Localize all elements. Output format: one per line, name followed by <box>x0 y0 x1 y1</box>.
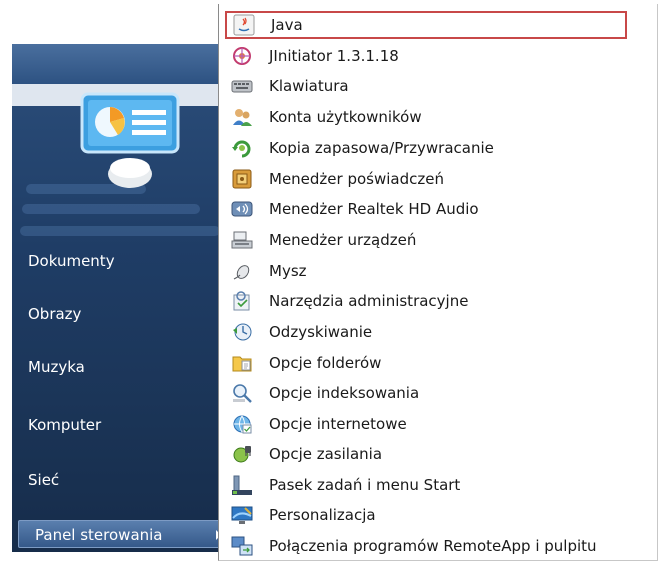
flyout-item-label: Opcje zasilania <box>269 445 383 463</box>
personalization-icon <box>231 506 253 524</box>
flyout-item-indexing-options[interactable]: Opcje indeksowania <box>225 379 649 407</box>
flyout-item-taskbar-start-menu[interactable]: Pasek zadań i menu Start <box>225 471 649 499</box>
left-menu-item-computer[interactable]: Komputer <box>12 411 230 439</box>
left-menu-item-label: Muzyka <box>28 358 85 376</box>
remoteapp-icon <box>231 536 253 556</box>
blurred-item <box>22 204 200 214</box>
flyout-item-admin-tools[interactable]: Narzędzia administracyjne <box>225 287 649 315</box>
flyout-item-jinitiator[interactable]: JInitiator 1.3.1.18 <box>225 42 649 70</box>
flyout-item-label: Mysz <box>269 262 307 280</box>
flyout-item-device-manager[interactable]: Menedżer urządzeń <box>225 226 649 254</box>
flyout-item-label: Personalizacja <box>269 506 376 524</box>
admin-tools-icon <box>233 291 250 311</box>
flyout-item-mouse[interactable]: Mysz <box>225 257 649 285</box>
flyout-item-label: Opcje internetowe <box>269 415 407 433</box>
blurred-item <box>20 226 220 236</box>
realtek-audio-icon <box>231 201 253 217</box>
backup-restore-icon <box>232 140 251 158</box>
left-menu-item-pictures[interactable]: Obrazy <box>12 300 230 328</box>
flyout-item-label: Opcje folderów <box>269 354 382 372</box>
flyout-item-label: Menedżer poświadczeń <box>269 170 444 188</box>
left-menu-item-network[interactable]: Sieć <box>12 466 230 494</box>
left-menu-item-music[interactable]: Muzyka <box>12 353 230 381</box>
flyout-item-label: Opcje indeksowania <box>269 384 420 402</box>
folder-options-icon <box>232 356 252 372</box>
left-menu-item-label: Obrazy <box>28 305 82 323</box>
start-menu-left-pane: Dokumenty Obrazy Muzyka Komputer Sieć Pa… <box>12 44 230 552</box>
mouse-icon <box>233 265 250 280</box>
jinitiator-icon <box>233 47 251 65</box>
taskbar-icon <box>232 475 252 495</box>
java-icon <box>233 14 255 36</box>
flyout-item-label: Menedżer urządzeń <box>269 231 417 249</box>
device-manager-icon <box>231 231 253 249</box>
flyout-item-label: Konta użytkowników <box>269 108 422 126</box>
flyout-item-label: JInitiator 1.3.1.18 <box>269 47 399 65</box>
flyout-item-remoteapp-connections[interactable]: Połączenia programów RemoteApp i pulpitu <box>225 532 649 560</box>
left-menu-item-label: Panel sterowania <box>35 526 163 544</box>
recovery-icon <box>233 323 252 341</box>
flyout-item-credential-manager[interactable]: Menedżer poświadczeń <box>225 165 649 193</box>
keyboard-icon <box>231 80 253 93</box>
flyout-item-user-accounts[interactable]: Konta użytkowników <box>225 103 649 131</box>
flyout-item-personalization[interactable]: Personalizacja <box>225 501 649 529</box>
left-menu-item-documents[interactable]: Dokumenty <box>12 247 230 275</box>
flyout-item-label: Połączenia programów RemoteApp i pulpitu <box>269 537 597 555</box>
flyout-item-label: Java <box>271 16 303 34</box>
credential-manager-icon <box>232 169 252 189</box>
flyout-item-label: Kopia zapasowa/Przywracanie <box>269 139 494 157</box>
control-panel-icon <box>80 92 180 188</box>
flyout-item-internet-options[interactable]: Opcje internetowe <box>225 410 649 438</box>
flyout-item-label: Pasek zadań i menu Start <box>269 476 461 494</box>
flyout-item-label: Narzędzia administracyjne <box>269 292 469 310</box>
flyout-item-power-options[interactable]: Opcje zasilania <box>225 440 649 468</box>
left-menu-item-label: Dokumenty <box>28 252 115 270</box>
flyout-item-label: Odzyskiwanie <box>269 323 373 341</box>
flyout-item-label: Menedżer Realtek HD Audio <box>269 200 479 218</box>
flyout-item-folder-options[interactable]: Opcje folderów <box>225 349 649 377</box>
flyout-item-backup-restore[interactable]: Kopia zapasowa/Przywracanie <box>225 134 649 162</box>
internet-options-icon <box>233 415 252 434</box>
flyout-item-recovery[interactable]: Odzyskiwanie <box>225 318 649 346</box>
control-panel-flyout: Java JInitiator 1.3.1.18 Klawiatura Kont… <box>218 4 658 561</box>
start-pane-top-band <box>12 44 230 84</box>
power-options-icon <box>233 446 251 463</box>
flyout-item-label: Klawiatura <box>269 77 349 95</box>
left-menu-item-label: Komputer <box>28 416 102 434</box>
left-menu-item-control-panel[interactable]: Panel sterowania <box>18 520 228 548</box>
flyout-item-keyboard[interactable]: Klawiatura <box>225 72 649 100</box>
indexing-options-icon <box>233 384 252 403</box>
flyout-item-realtek-audio[interactable]: Menedżer Realtek HD Audio <box>225 195 649 223</box>
user-accounts-icon <box>233 109 252 126</box>
left-menu-item-label: Sieć <box>28 471 60 489</box>
flyout-item-java[interactable]: Java <box>225 11 627 39</box>
